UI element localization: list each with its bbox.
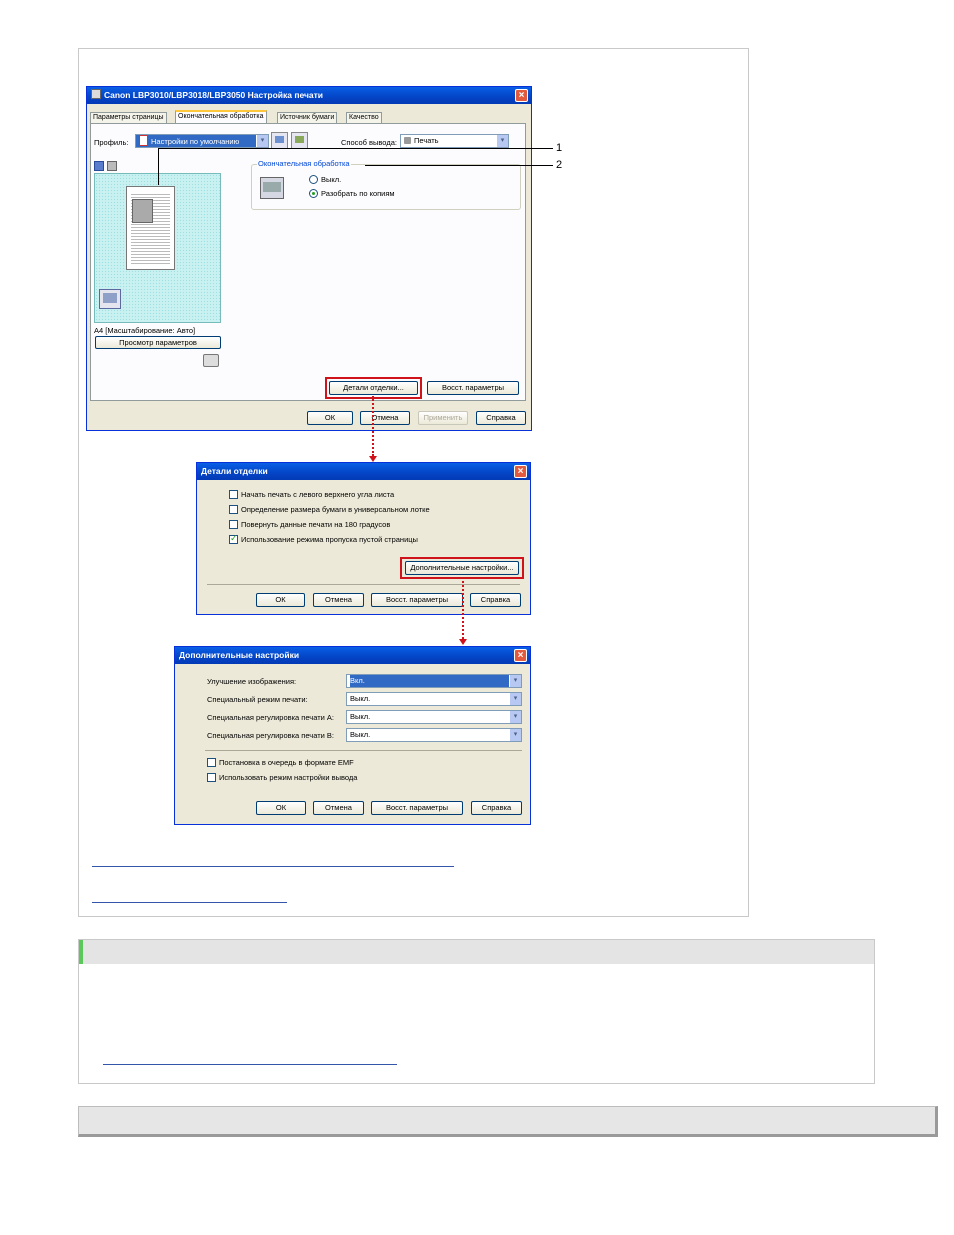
close-icon[interactable]: × [514,465,527,478]
flow-arrow-1 [372,396,374,456]
print-dialog-titlebar: Canon LBP3010/LBP3018/LBP3050 Настройка … [87,87,531,104]
chevron-down-icon[interactable]: ▾ [509,711,521,723]
tab-quality[interactable]: Качество [346,112,382,123]
link-underline[interactable] [92,866,454,867]
note-header [79,940,874,964]
close-icon[interactable]: × [514,649,527,662]
emf-spooling-checkbox[interactable] [207,758,216,767]
printer-info-icon[interactable] [203,354,219,367]
apply-button[interactable]: Применить [418,411,468,425]
callout-line-1-drop [158,148,159,185]
finishing-group-title: Окончательная обработка [257,159,351,168]
separator [205,750,522,751]
copies-icon [99,289,121,309]
link-underline[interactable] [92,902,287,903]
callout-number-2: 2 [556,159,563,171]
link-underline[interactable] [103,1064,397,1065]
profile-icon [139,135,148,146]
help-button[interactable]: Справка [471,801,522,815]
flow-arrow-2 [462,577,464,639]
option-checkbox[interactable] [229,533,238,544]
tab-page-setup[interactable]: Параметры страницы [90,112,167,123]
finishing-dialog-title: Детали отделки [201,466,268,476]
option-label: Использование режима пропуска пустой стр… [241,535,418,544]
preview-image-block [132,199,153,223]
special-print-mode-select[interactable]: Выкл. ▾ [346,692,522,706]
option-label: Повернуть данные печати на 180 градусов [241,520,391,529]
callout-number-1: 1 [556,142,563,154]
chevron-down-icon[interactable]: ▾ [509,693,521,705]
view-settings-button[interactable]: Просмотр параметров [95,336,221,349]
edit-profile-icon[interactable] [291,132,308,149]
tab-paper-source[interactable]: Источник бумаги [277,112,338,123]
preview-caption: A4 [Масштабирование: Авто] [94,326,196,335]
ok-button[interactable]: ОК [307,411,353,425]
view-toggle-icon[interactable] [94,161,104,171]
setting-label: Специальная регулировка печати A: [207,713,334,722]
finishing-collate-label: Разобрать по копиям [321,189,395,198]
preview-sheet [126,186,175,270]
finishing-off-radio[interactable] [309,175,318,184]
finishing-collate-radio[interactable] [309,189,318,198]
section-bar [78,1106,938,1137]
finishing-icon [260,177,284,199]
image-refinement-select[interactable]: Вкл. ▾ [346,674,522,688]
chevron-down-icon[interactable]: ▾ [256,135,268,147]
printer-view-icon[interactable] [107,161,117,171]
print-dialog-title: Canon LBP3010/LBP3018/LBP3050 Настройка … [104,90,324,100]
special-adjustment-b-select[interactable]: Выкл. ▾ [346,728,522,742]
restore-defaults-button[interactable]: Восст. параметры [427,381,519,395]
separator [207,584,520,585]
cancel-button[interactable]: Отмена [313,593,364,607]
setting-label: Специальный режим печати: [207,695,308,704]
print-settings-dialog: Canon LBP3010/LBP3018/LBP3050 Настройка … [86,86,532,431]
output-adjust-label: Использовать режим настройки вывода [219,773,358,782]
setting-label: Специальная регулировка печати B: [207,731,334,740]
advanced-dialog-titlebar: Дополнительные настройки [175,647,530,664]
cancel-button[interactable]: Отмена [360,411,410,425]
close-icon[interactable]: × [515,89,528,102]
finishing-dialog-titlebar: Детали отделки [197,463,530,480]
option-label: Начать печать с левого верхнего угла лис… [241,490,395,499]
flow-arrowhead-2 [459,639,467,645]
help-button[interactable]: Справка [470,593,521,607]
option-checkbox[interactable] [229,490,238,499]
finishing-off-label: Выкл. [321,175,342,184]
callout-line-2 [365,165,553,166]
advanced-dialog-title: Дополнительные настройки [179,650,300,660]
cancel-button[interactable]: Отмена [313,801,364,815]
page-preview [94,173,221,323]
ok-button[interactable]: ОК [256,593,305,607]
tab-finishing[interactable]: Окончательная обработка [175,110,267,123]
note-accent-bar [79,940,83,964]
output-adjust-checkbox[interactable] [207,773,216,782]
advanced-settings-dialog: Дополнительные настройки × Улучшение изо… [174,646,531,825]
chevron-down-icon[interactable]: ▾ [496,135,508,147]
setting-label: Улучшение изображения: [207,677,297,686]
profile-select[interactable]: Настройки по умолчанию ▾ [135,134,269,148]
restore-defaults-button[interactable]: Восст. параметры [371,801,463,815]
chevron-down-icon[interactable]: ▾ [509,675,521,687]
finishing-details-dialog: Детали отделки × Начать печать с левого … [196,462,531,615]
emf-spooling-label: Постановка в очередь в формате EMF [219,758,354,767]
print-icon [404,137,411,144]
output-method-label: Способ вывода: [341,138,397,147]
profile-label: Профиль: [94,138,129,147]
add-profile-icon[interactable] [271,132,288,149]
option-label: Определение размера бумаги в универсальн… [241,505,430,514]
restore-defaults-button[interactable]: Восст. параметры [371,593,463,607]
callout-line-1 [158,148,553,149]
advanced-settings-highlight [400,557,524,579]
finishing-group: Окончательная обработка Выкл. Разобрать … [251,159,521,210]
printer-icon [91,89,101,99]
option-checkbox[interactable] [229,505,238,514]
help-button[interactable]: Справка [476,411,526,425]
chevron-down-icon[interactable]: ▾ [509,729,521,741]
note-box [78,939,875,1084]
ok-button[interactable]: ОК [256,801,306,815]
special-adjustment-a-select[interactable]: Выкл. ▾ [346,710,522,724]
option-checkbox[interactable] [229,520,238,529]
output-method-select[interactable]: Печать ▾ [400,134,509,148]
